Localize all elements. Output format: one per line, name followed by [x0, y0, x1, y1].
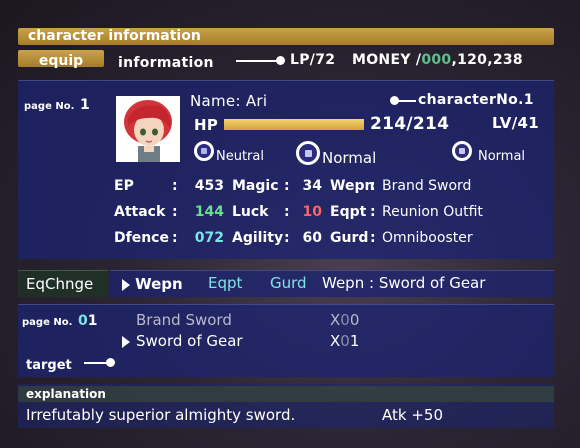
agility-value: 60	[302, 230, 322, 246]
tab-equip[interactable]: equip	[18, 50, 104, 69]
level: LV/41	[492, 114, 539, 132]
wepn-value: Brand Sword	[382, 178, 472, 194]
stat-row: EP : 453 Magic : 34 Wepn : Brand Sword	[114, 178, 472, 194]
item-qty: X01	[330, 332, 360, 350]
luck-value: 10	[302, 204, 322, 220]
ep-value: 453	[194, 178, 224, 194]
target-label: target	[26, 358, 72, 373]
info-line: information LP/72 MONEY /000,120,238	[118, 52, 558, 71]
info-dot-icon	[276, 56, 285, 65]
info-connector	[236, 60, 280, 62]
mode-label: Normal	[322, 149, 377, 167]
ep-label: EP	[114, 178, 134, 194]
stat-row: Attack : 144 Luck : 10 Eqpt : Reunion Ou…	[114, 204, 483, 220]
item-row[interactable]: Brand Sword X00	[136, 311, 536, 331]
mode-option-2[interactable]: Normal	[296, 141, 406, 167]
current-equip-label: Wepn	[322, 274, 365, 292]
current-equip: Wepn : Sword of Gear	[322, 274, 485, 292]
lp-value: LP/72	[290, 52, 336, 68]
explanation-label: explanation	[26, 387, 106, 401]
character-number: characterNo.1	[390, 92, 550, 110]
explanation-label-box: explanation	[18, 386, 554, 402]
list-page-number: page No. 01	[22, 313, 98, 329]
attack-label: Attack	[114, 204, 166, 220]
item-row[interactable]: Sword of Gear X01	[122, 332, 536, 352]
magic-label: Magic	[232, 178, 279, 194]
selector-arrow-icon	[122, 336, 130, 348]
mode-label: Neutral	[216, 149, 264, 164]
wepn-label: Wepn	[330, 178, 375, 194]
target-connector	[84, 362, 108, 364]
explanation-text: Irrefutably superior almighty sword.	[26, 406, 296, 424]
dfence-label: Dfence	[114, 230, 169, 246]
page-title: character information	[28, 28, 201, 44]
gurd-value: Omnibooster	[382, 230, 473, 246]
luck-label: Luck	[232, 204, 269, 220]
item-qty: X00	[330, 311, 360, 329]
agility-label: Agility	[232, 230, 284, 246]
explanation-bonus: Atk +50	[382, 406, 443, 424]
selector-arrow-icon	[122, 278, 130, 291]
hp-label: HP	[194, 116, 219, 134]
page-number: page No. 1	[24, 97, 90, 113]
mode-label: Normal	[478, 149, 526, 164]
title-bar: character information	[18, 28, 554, 45]
tab-eqpt[interactable]: Eqpt	[208, 274, 242, 292]
portrait-image	[116, 96, 180, 162]
avatar	[116, 96, 180, 162]
item-name: Sword of Gear	[136, 332, 243, 350]
mode-option-1[interactable]: Neutral	[194, 141, 284, 165]
tab-equip-label: equip	[38, 53, 84, 69]
tab-gurd[interactable]: Gurd	[270, 274, 307, 292]
radio-icon	[296, 141, 320, 165]
current-equip-value: : Sword of Gear	[369, 274, 486, 292]
mode-option-3[interactable]: Normal	[452, 141, 552, 165]
stats-table: EP : 453 Magic : 34 Wepn : Brand Sword A…	[114, 178, 554, 254]
target-indicator: target	[26, 354, 126, 373]
eqchnge-label-box: EqChnge	[18, 270, 108, 297]
attack-value: 144	[194, 204, 224, 220]
dfence-value: 072	[194, 230, 224, 246]
money-zeros: 000	[421, 52, 452, 68]
money-value: ,120,238	[451, 52, 523, 68]
gurd-label: Gurd	[330, 230, 369, 246]
radio-icon	[452, 141, 472, 161]
magic-value: 34	[302, 178, 322, 194]
hp-value: 214/214	[370, 114, 450, 134]
tab-wepn-label: Wepn	[135, 275, 183, 293]
money-label: MONEY /	[352, 52, 422, 68]
char-no-connector	[396, 100, 416, 102]
hp-bar-fill	[224, 119, 364, 130]
tab-wepn[interactable]: Wepn	[122, 274, 183, 293]
radio-icon	[194, 141, 214, 161]
hp-bar	[224, 119, 364, 130]
item-name: Brand Sword	[136, 311, 232, 329]
info-label: information	[118, 55, 214, 71]
target-dot-icon	[106, 358, 115, 367]
stat-row: Dfence : 072 Agility : 60 Gurd : Omniboo…	[114, 230, 473, 246]
eqpt-value: Reunion Outfit	[382, 204, 483, 220]
eqpt-label: Eqpt	[330, 204, 367, 220]
character-name: Name: Ari	[190, 92, 268, 110]
eqchnge-label: EqChnge	[26, 275, 94, 293]
